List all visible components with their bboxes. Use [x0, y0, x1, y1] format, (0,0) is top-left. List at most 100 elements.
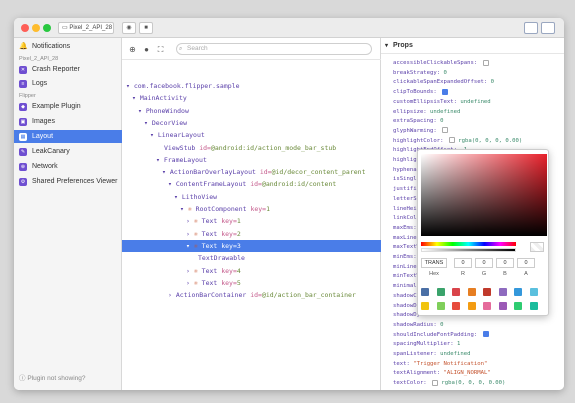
prop-checkbox[interactable] [482, 59, 489, 66]
tree-row[interactable]: ▾ PhoneWindow [122, 105, 381, 117]
prop-row[interactable]: spacingMultiplier: 1 [393, 340, 563, 349]
tree-row[interactable]: ▾ ⚛ Text key=3 [122, 239, 381, 252]
tree-row[interactable]: ▾ ActionBarOverlayLayout id=@id/decor_co… [122, 166, 381, 178]
preset-swatch[interactable] [529, 302, 538, 310]
chevron-down-icon[interactable]: ▾ [132, 94, 140, 102]
chevron-right-icon[interactable]: › [186, 230, 194, 238]
prop-value[interactable]: rgba(0, 0, 0, 0.00) [455, 138, 522, 144]
tree-row[interactable]: ViewStub id=@android:id/action_mode_bar_… [122, 142, 381, 154]
tree-row[interactable]: › ⚛ Text key=2 [122, 228, 381, 240]
prop-value[interactable]: 1 [457, 341, 460, 347]
prop-value[interactable]: undefined [440, 351, 470, 357]
sidebar-item-layout[interactable]: ▦ Layout [14, 130, 122, 143]
minimize-window-button[interactable] [32, 24, 40, 32]
preset-swatch[interactable] [483, 288, 491, 296]
preset-swatch[interactable] [421, 302, 429, 310]
tree-row[interactable]: › ⚛ Text key=4 [122, 265, 381, 277]
hue-slider[interactable] [421, 242, 516, 246]
tree-row[interactable]: ▾ DecorView [122, 117, 381, 129]
prop-row[interactable]: accessibleClickableSpans: [393, 59, 563, 68]
sidebar-item-images[interactable]: ▣ Images [14, 115, 122, 128]
zoom-window-button[interactable] [43, 24, 51, 32]
tree-row[interactable]: TextDrawable [122, 252, 381, 264]
prop-row[interactable]: text: "Trigger Notification" [393, 360, 563, 369]
preset-swatch[interactable] [421, 288, 429, 296]
blue-field[interactable]: 0 [496, 258, 514, 268]
plugin-not-showing-link[interactable]: ⓘ Plugin not showing? [19, 372, 86, 382]
prop-row[interactable]: extraSpacing: 0 [393, 117, 563, 126]
preset-swatch[interactable] [467, 302, 476, 310]
accessibility-icon[interactable]: ● [142, 45, 151, 54]
tree-row[interactable]: › ActionBarContainer id=@id/action_bar_c… [122, 289, 381, 301]
search-input[interactable]: ⌕ Search [176, 43, 372, 55]
preset-swatch[interactable] [452, 288, 460, 296]
chevron-down-icon[interactable]: ▾ [168, 180, 176, 188]
chevron-right-icon[interactable]: › [186, 267, 194, 275]
prop-value[interactable]: 0 [440, 118, 443, 124]
prop-row[interactable]: customEllipsisText: undefined [393, 98, 563, 107]
tree-row[interactable]: ▾ ⚛ RootComponent key=1 [122, 203, 381, 215]
prop-row[interactable]: ellipsize: undefined [393, 108, 563, 117]
prop-value[interactable]: undefined [430, 109, 460, 115]
prop-row[interactable]: clickableSpanExpandedOffset: 0 [393, 78, 563, 87]
chevron-down-icon[interactable]: ▾ [186, 242, 194, 250]
preset-swatch[interactable] [529, 288, 538, 296]
prop-row[interactable]: glyphWarming: [393, 127, 563, 136]
chevron-down-icon[interactable]: ▾ [150, 131, 158, 139]
prop-row[interactable]: clipToBounds: [393, 88, 563, 97]
props-header[interactable]: ▾ Props [381, 38, 564, 54]
preset-swatch[interactable] [514, 302, 522, 310]
prop-row[interactable]: highlightColor: rgba(0, 0, 0, 0.00) [393, 137, 563, 146]
chevron-down-icon[interactable]: ▾ [156, 156, 164, 164]
alpha-slider[interactable] [421, 248, 516, 252]
preset-swatch[interactable] [467, 288, 476, 296]
sidebar-item-shared-preferences[interactable]: ⚙ Shared Preferences Viewer [14, 175, 122, 188]
chevron-down-icon[interactable]: ▾ [174, 193, 182, 201]
prop-value[interactable]: 0 [440, 322, 443, 328]
preset-swatch[interactable] [514, 288, 522, 296]
green-field[interactable]: 0 [475, 258, 493, 268]
preset-swatch[interactable] [436, 288, 445, 296]
prop-value[interactable]: "Trigger Notification" [413, 361, 487, 367]
toggle-left-sidebar-button[interactable] [524, 22, 538, 34]
alpha-field[interactable]: 0 [517, 258, 535, 268]
chevron-down-icon[interactable]: ▾ [126, 82, 134, 90]
chevron-down-icon[interactable]: ▾ [180, 205, 188, 213]
preset-swatch[interactable] [483, 302, 491, 310]
chevron-down-icon[interactable]: ▾ [162, 168, 170, 176]
tree-row[interactable]: › ⚛ Text key=5 [122, 277, 381, 289]
prop-row[interactable]: textAlignment: "ALIGN_NORMAL" [393, 369, 563, 378]
sidebar-item-example-plugin[interactable]: ◆ Example Plugin [14, 100, 122, 113]
prop-value[interactable]: 0 [491, 79, 494, 85]
prop-row[interactable]: spanListener: undefined [393, 350, 563, 359]
prop-checkbox[interactable] [442, 127, 449, 134]
chevron-down-icon[interactable]: ▾ [138, 107, 146, 115]
preset-swatch[interactable] [452, 302, 460, 310]
prop-value[interactable]: "ALIGN_NORMAL" [444, 370, 491, 376]
tree-row[interactable]: ▾ LithoView [122, 191, 381, 203]
tree-row[interactable]: ▾ LinearLayout [122, 129, 381, 141]
tree-row[interactable]: ▾ com.facebook.flipper.sample [122, 80, 381, 92]
device-selector[interactable]: ▭ Pixel_2_API_28 [58, 22, 114, 34]
hex-field[interactable]: TRANS [421, 258, 447, 268]
sidebar-item-logs[interactable]: ≡ Logs [14, 77, 122, 90]
screenshot-button[interactable]: ◉ [122, 22, 136, 34]
tree-row[interactable]: › ⚛ Text key=1 [122, 215, 381, 227]
prop-row[interactable]: breakStrategy: 0 [393, 69, 563, 78]
saturation-area[interactable] [421, 154, 547, 236]
prop-value[interactable]: rgba(0, 0, 0, 0.00) [438, 380, 505, 386]
tree-row[interactable]: ▾ FrameLayout [122, 154, 381, 166]
close-window-button[interactable] [21, 24, 29, 32]
sidebar-item-crash-reporter[interactable]: ✕ Crash Reporter [14, 63, 122, 76]
prop-row[interactable]: shadowRadius: 0 [393, 321, 563, 330]
chevron-right-icon[interactable]: › [168, 291, 176, 299]
sidebar-item-notifications[interactable]: 🔔 Notifications [14, 40, 122, 53]
expand-icon[interactable]: ⛶ [156, 45, 165, 54]
sidebar-item-leakcanary[interactable]: ✎ LeakCanary [14, 145, 122, 158]
prop-value[interactable]: undefined [460, 99, 490, 105]
sidebar-item-network[interactable]: ⊕ Network [14, 160, 122, 173]
preset-swatch[interactable] [498, 302, 507, 310]
chevron-down-icon[interactable]: ▾ [144, 119, 152, 127]
prop-row[interactable]: textColor: rgba(0, 0, 0, 0.00) [393, 379, 563, 388]
tree-row[interactable]: ▾ MainActivity [122, 92, 381, 104]
